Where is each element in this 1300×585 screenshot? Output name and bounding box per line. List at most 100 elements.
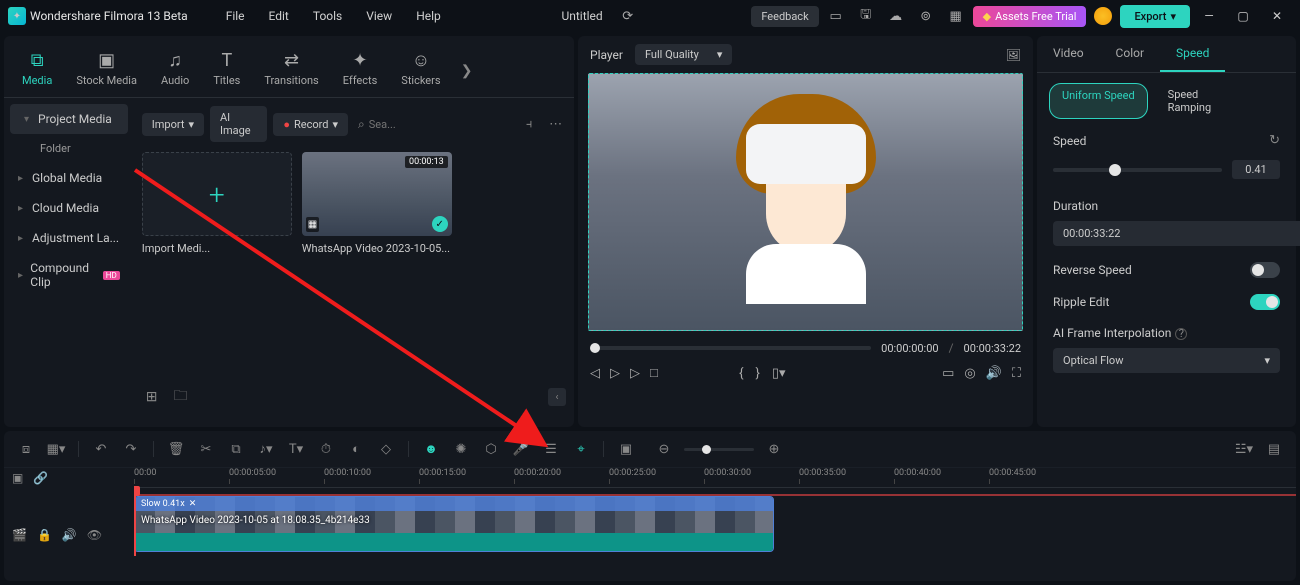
play-icon[interactable]: ▷: [630, 366, 640, 381]
fullscreen-icon[interactable]: ⛶: [1012, 366, 1021, 381]
speed-icon[interactable]: ⏱: [314, 437, 338, 461]
menu-edit[interactable]: Edit: [259, 5, 299, 27]
timeline-ruler[interactable]: 00:00 00:00:05:00 00:00:10:00 00:00:15:0…: [134, 468, 1296, 488]
tab-stickers[interactable]: ☺Stickers: [391, 44, 450, 97]
reverse-toggle[interactable]: [1250, 262, 1280, 278]
play-alt-icon[interactable]: ▷: [610, 366, 620, 381]
duration-input[interactable]: 00:00:33:22: [1053, 221, 1300, 246]
video-track-icon[interactable]: 🎬: [12, 528, 27, 542]
snapshot-icon[interactable]: ◎: [964, 366, 975, 381]
settings-icon[interactable]: ▤: [1262, 437, 1286, 461]
more-icon[interactable]: ⋯: [545, 112, 566, 136]
zoom-slider[interactable]: [684, 448, 754, 451]
voice-icon[interactable]: 🎤: [509, 437, 533, 461]
tab-audio[interactable]: ♫Audio: [151, 44, 199, 97]
lock-icon[interactable]: 🔒: [37, 528, 52, 542]
headphones-icon[interactable]: ⊚: [913, 3, 939, 29]
zoom-out-icon[interactable]: ⊖: [652, 437, 676, 461]
tab-titles[interactable]: TTitles: [203, 44, 250, 97]
sidebar-compound-clip[interactable]: ▸Compound ClipHD: [4, 253, 134, 297]
sidebar-folder[interactable]: Folder: [4, 134, 134, 163]
menu-file[interactable]: File: [216, 5, 255, 27]
import-button[interactable]: Import▾: [142, 113, 204, 136]
ratio-icon[interactable]: ▯▾: [772, 366, 786, 381]
link-icon[interactable]: 🔗: [33, 471, 48, 485]
tab-effects[interactable]: ✦Effects: [333, 44, 388, 97]
list-icon[interactable]: ☳▾: [1232, 437, 1256, 461]
tab-speed[interactable]: Speed: [1160, 36, 1225, 72]
subtitle-icon[interactable]: ☰: [539, 437, 563, 461]
preview-video[interactable]: [588, 73, 1023, 331]
split-icon[interactable]: ✂: [194, 437, 218, 461]
menu-view[interactable]: View: [356, 5, 402, 27]
scrub-bar[interactable]: [590, 346, 871, 350]
stop-icon[interactable]: □: [650, 365, 658, 381]
picture-icon[interactable]: 🖼: [1006, 48, 1021, 62]
subtab-speed-ramping[interactable]: Speed Ramping: [1156, 83, 1236, 119]
import-media-card[interactable]: + Import Medi...: [142, 152, 292, 255]
help-icon[interactable]: ?: [1175, 328, 1187, 340]
text-icon[interactable]: T▾: [284, 437, 308, 461]
scroll-right-button[interactable]: ❯: [455, 63, 479, 79]
menu-tools[interactable]: Tools: [303, 5, 352, 27]
menu-help[interactable]: Help: [406, 5, 451, 27]
tab-transitions[interactable]: ⇄Transitions: [254, 44, 328, 97]
display-icon[interactable]: ▭: [942, 366, 954, 381]
sidebar-global-media[interactable]: ▸Global Media: [4, 163, 134, 193]
mark-in-icon[interactable]: {: [739, 366, 743, 381]
tracking-icon[interactable]: ⌖: [569, 437, 593, 461]
prev-frame-icon[interactable]: ◁: [590, 366, 600, 381]
reset-icon[interactable]: ↻: [1269, 133, 1280, 148]
zoom-in-icon[interactable]: ⊕: [762, 437, 786, 461]
marker-icon[interactable]: ▣: [614, 437, 638, 461]
ai-icon[interactable]: ☻: [419, 437, 443, 461]
undo-icon[interactable]: ↶: [89, 437, 113, 461]
new-folder-icon[interactable]: ⊞: [142, 385, 162, 409]
quality-select[interactable]: Full Quality▾: [635, 44, 732, 65]
tab-stock-media[interactable]: ▣Stock Media: [66, 44, 147, 97]
layers-icon[interactable]: ⧈: [14, 437, 38, 461]
delete-icon[interactable]: 🗑: [164, 437, 188, 461]
media-clip-card[interactable]: 00:00:13 ▦ ✓ WhatsApp Video 2023-10-05..…: [302, 152, 452, 255]
filter-icon[interactable]: ⫞: [519, 112, 540, 136]
apps-icon[interactable]: ▦: [943, 3, 969, 29]
feedback-button[interactable]: Feedback: [751, 6, 818, 27]
collapse-button[interactable]: ‹: [548, 388, 566, 406]
maximize-button[interactable]: ▢: [1228, 3, 1258, 29]
sidebar-adjustment-layer[interactable]: ▸Adjustment La...: [4, 223, 134, 253]
subtab-uniform-speed[interactable]: Uniform Speed: [1049, 83, 1148, 119]
profile-icon[interactable]: [1090, 3, 1116, 29]
minimize-button[interactable]: —: [1194, 3, 1224, 29]
ai-image-button[interactable]: AI Image: [210, 106, 267, 142]
search-input[interactable]: [369, 118, 509, 131]
mask-icon[interactable]: ⬡: [479, 437, 503, 461]
ai-frame-select[interactable]: Optical Flow▾: [1053, 348, 1280, 373]
speed-slider[interactable]: [1053, 168, 1222, 172]
keyframe-icon[interactable]: ◇: [374, 437, 398, 461]
enhance-icon[interactable]: ✺: [449, 437, 473, 461]
crop-icon[interactable]: ⧉: [224, 437, 248, 461]
track-menu-icon[interactable]: ▣: [12, 471, 23, 485]
color-icon[interactable]: ◐: [344, 437, 368, 461]
tab-media[interactable]: ⧉Media: [12, 44, 62, 97]
sync-icon[interactable]: ⟳: [615, 3, 641, 29]
cloud-icon[interactable]: ☁: [883, 3, 909, 29]
redo-icon[interactable]: ↷: [119, 437, 143, 461]
export-button[interactable]: Export▾: [1120, 5, 1190, 28]
folder-icon[interactable]: 🗀: [169, 381, 191, 413]
assets-trial-button[interactable]: ◆Assets Free Trial: [973, 6, 1087, 27]
close-button[interactable]: ✕: [1262, 3, 1292, 29]
sidebar-cloud-media[interactable]: ▸Cloud Media: [4, 193, 134, 223]
save-icon[interactable]: 🖫: [853, 3, 879, 29]
volume-icon[interactable]: 🔊: [986, 366, 1002, 381]
music-icon[interactable]: ♪▾: [254, 437, 278, 461]
mark-out-icon[interactable]: }: [756, 366, 760, 381]
timeline-clip[interactable]: Slow 0.41x✕ WhatsApp Video 2023-10-05 at…: [134, 496, 774, 552]
ripple-toggle[interactable]: [1250, 294, 1280, 310]
tab-video[interactable]: Video: [1037, 36, 1100, 72]
record-button[interactable]: ●Record▾: [273, 113, 348, 136]
playhead[interactable]: [134, 486, 136, 556]
sidebar-project-media[interactable]: ▾Project Media: [10, 104, 128, 134]
visibility-icon[interactable]: 👁: [87, 528, 102, 542]
grid-icon[interactable]: ▦▾: [44, 437, 68, 461]
